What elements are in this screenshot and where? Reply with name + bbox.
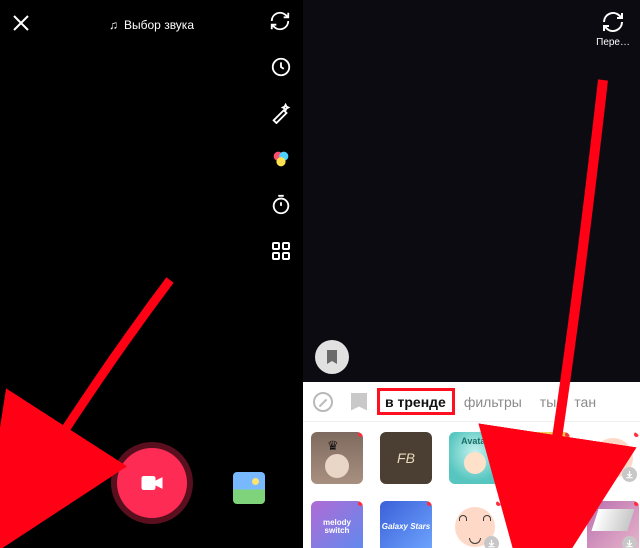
right-tool-column — [269, 55, 293, 263]
music-note-icon: ♫ — [109, 18, 118, 32]
effect-label: Galaxy Stars — [380, 501, 432, 548]
effect-cell[interactable] — [587, 501, 639, 548]
effects-grid: ♛ FB Avatar melody switch Galaxy Stars ♆ — [303, 422, 640, 548]
download-icon — [622, 536, 637, 548]
more-tools-icon[interactable] — [269, 239, 293, 263]
effect-cell[interactable]: Avatar — [449, 432, 501, 484]
no-effect-icon[interactable] — [313, 392, 333, 412]
flip-camera-button[interactable]: Пере… — [596, 10, 630, 48]
tab-4[interactable]: ты — [540, 394, 556, 410]
close-icon[interactable] — [12, 14, 30, 38]
bookmark-tab-icon[interactable] — [351, 393, 367, 411]
filters-icon[interactable] — [269, 147, 293, 171]
effects-panel: в тренде фильтры ты тан ♛ FB Avatar melo… — [303, 382, 640, 548]
download-icon — [484, 536, 499, 548]
choose-sound-label: Выбор звука — [124, 18, 194, 32]
annotation-highlight-cell — [517, 488, 573, 544]
flip-label: Пере… — [596, 37, 630, 48]
effect-cell[interactable]: ♛ — [311, 432, 363, 484]
download-icon — [553, 467, 568, 482]
effect-cell[interactable] — [449, 501, 501, 548]
gallery-button[interactable] — [233, 472, 265, 504]
effect-cell[interactable]: Galaxy Stars — [380, 501, 432, 548]
bookmark-icon — [325, 349, 339, 365]
effect-cell[interactable] — [587, 432, 639, 484]
sun-icon — [252, 478, 259, 485]
beauty-icon[interactable] — [269, 101, 293, 125]
download-icon — [622, 467, 637, 482]
record-button[interactable] — [117, 448, 187, 518]
camera-screen: ♫ Выбор звука — [0, 0, 303, 548]
effect-cell[interactable]: melody switch — [311, 501, 363, 548]
effect-cell[interactable]: FB — [380, 432, 432, 484]
top-bar: ♫ Выбор звука — [0, 10, 303, 40]
effect-label: FB — [397, 450, 415, 466]
effects-button[interactable] — [18, 470, 56, 508]
bottom-controls — [0, 450, 303, 530]
effect-label: melody switch — [311, 501, 363, 548]
flip-camera-icon[interactable] — [269, 10, 291, 37]
effect-cell[interactable] — [518, 432, 570, 484]
flip-icon — [601, 10, 625, 34]
effects-tabs: в тренде фильтры ты тан — [303, 382, 640, 422]
bookmark-pill[interactable] — [315, 340, 349, 374]
annotation-highlight-tab — [377, 388, 455, 415]
effect-label: Avatar — [449, 436, 501, 446]
tab-filters[interactable]: фильтры — [464, 394, 522, 410]
speed-icon[interactable] — [269, 55, 293, 79]
effects-screen: Пере… в тренде фильтры ты тан ♛ FB Avata… — [303, 0, 640, 548]
tab-5[interactable]: тан — [574, 394, 596, 410]
choose-sound-button[interactable]: ♫ Выбор звука — [109, 18, 194, 32]
crown-icon: ♛ — [327, 438, 339, 454]
timer-icon[interactable] — [269, 193, 293, 217]
